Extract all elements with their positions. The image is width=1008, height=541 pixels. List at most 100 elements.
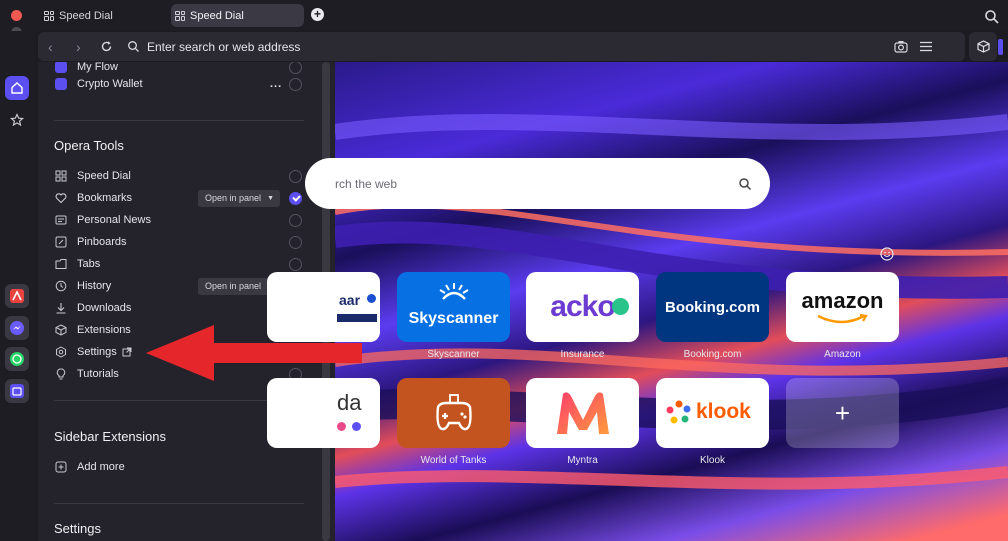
myntra-logo-icon <box>556 392 609 434</box>
panel-item-pinboards[interactable]: Pinboards <box>38 232 335 252</box>
panel-item-label: Speed Dial <box>77 170 131 182</box>
grid-icon <box>175 10 185 21</box>
panel-item-label: Pinboards <box>77 236 127 248</box>
panel-item-speed-dial[interactable]: Speed Dial <box>38 166 335 186</box>
reload-icon[interactable] <box>100 40 113 53</box>
download-icon <box>56 303 66 314</box>
logo-dot <box>352 422 361 431</box>
panel-item-label: My Flow <box>77 62 118 73</box>
wallet-icon <box>10 384 24 398</box>
sidebar-rail <box>0 31 35 541</box>
my-flow-icon <box>55 62 67 73</box>
speed-dial-tile-world-of-tanks[interactable] <box>397 378 510 448</box>
tile-logo-text: Skyscanner <box>408 310 499 327</box>
tile-label: Skyscanner <box>427 349 480 360</box>
bookmarks-open-mode-select[interactable]: Open in panel ▼ <box>198 189 280 207</box>
rail-whatsapp-button[interactable] <box>5 347 29 371</box>
select-value: Open in panel <box>205 192 262 203</box>
plus-square-icon <box>55 461 67 473</box>
panel-item-label: Tabs <box>77 258 101 270</box>
tile-label: Booking.com <box>683 349 742 360</box>
panel-item-label: History <box>77 280 112 292</box>
speed-dial-tile-amazon[interactable]: amazon <box>786 272 899 342</box>
tabs-icon <box>55 259 67 269</box>
panel-item-label: Bookmarks <box>77 192 133 204</box>
forward-icon[interactable]: › <box>76 39 81 55</box>
tile-label: Amazon <box>824 349 861 360</box>
tab-speed-dial-1[interactable]: Speed Dial <box>40 4 164 27</box>
rail-home-button[interactable] <box>5 76 29 100</box>
add-speed-dial-tile-button[interactable]: + <box>786 378 899 448</box>
tile-logo-text: aar <box>339 292 361 308</box>
panel-item-label: Add more <box>77 461 125 473</box>
more-options-button[interactable]: ... <box>270 78 282 90</box>
tile-label: Myntra <box>567 455 598 466</box>
speed-dial-tile-da[interactable]: da <box>267 378 380 448</box>
rail-pinboards-button[interactable] <box>5 108 29 132</box>
panel-item-tabs[interactable]: Tabs <box>38 254 335 274</box>
address-input[interactable]: Enter search or web address <box>147 40 300 54</box>
speed-dial-tile-myntra[interactable] <box>526 378 639 448</box>
speed-dial-tile-booking[interactable]: Booking.com <box>656 272 769 342</box>
toggle-my-flow[interactable] <box>289 62 302 74</box>
speed-dial-tile-skyscanner[interactable]: Skyscanner <box>397 272 510 342</box>
section-title-sidebar-extensions: Sidebar Extensions <box>54 429 167 444</box>
klook-flower-icon <box>666 400 691 424</box>
tile-label: World of Tanks <box>420 455 487 466</box>
panel-item-bookmarks[interactable]: Bookmarks Open in panel ▼ <box>38 188 335 208</box>
heart-icon <box>55 193 67 204</box>
back-icon[interactable]: ‹ <box>48 39 53 55</box>
pinboard-icon <box>55 236 67 248</box>
speed-dial-search-placeholder: rch the web <box>335 177 398 191</box>
gamepad-icon <box>435 394 472 431</box>
speed-dial-tile-acko[interactable]: acko <box>526 272 639 342</box>
vpn-badge[interactable] <box>998 39 1003 55</box>
tile-label: Insurance <box>560 349 605 360</box>
star-icon <box>10 113 24 127</box>
divider <box>54 120 304 121</box>
rail-aria-button[interactable] <box>5 284 29 308</box>
whatsapp-icon <box>10 352 24 366</box>
wallet-icon <box>55 78 67 90</box>
toggle-tabs[interactable] <box>289 257 302 271</box>
section-title-opera-tools: Opera Tools <box>54 138 124 153</box>
divider <box>54 503 304 504</box>
annotation-arrow <box>146 325 362 381</box>
bulb-icon <box>56 368 66 380</box>
panel-item-label: Personal News <box>77 214 151 226</box>
gear-icon <box>56 346 66 358</box>
toggle-bookmarks[interactable] <box>289 191 302 205</box>
select-value: Open in panel <box>205 280 262 291</box>
easy-setup-icon[interactable] <box>920 41 932 52</box>
tab-speed-dial-2[interactable]: Speed Dial <box>171 4 304 27</box>
tile-logo-text: amazon <box>801 288 884 313</box>
opera-browser-window: Speed Dial Speed Dial + ‹ › Enter search… <box>0 0 1008 541</box>
smiley-icon[interactable] <box>880 247 894 261</box>
camera-icon[interactable] <box>894 40 908 53</box>
extensions-button[interactable] <box>969 32 997 61</box>
speed-dial-tile-klook[interactable]: klook <box>656 378 769 448</box>
toggle-crypto-wallet[interactable] <box>289 77 302 91</box>
search-icon[interactable] <box>738 177 752 191</box>
toggle-pinboards[interactable] <box>289 235 302 249</box>
search-tabs-icon[interactable] <box>984 9 1000 25</box>
logo-dot <box>612 298 629 315</box>
toggle-personal-news[interactable] <box>289 213 302 227</box>
close-window-button[interactable] <box>11 10 22 21</box>
plus-icon: + <box>834 397 851 428</box>
panel-item-crypto-wallet[interactable]: Crypto Wallet ... <box>38 74 335 94</box>
amazon-smile-icon <box>817 314 868 324</box>
toggle-speed-dial[interactable] <box>289 169 302 183</box>
rail-wallet-button[interactable] <box>5 379 29 403</box>
new-tab-button[interactable]: + <box>311 8 324 21</box>
caret-down-icon: ▼ <box>267 194 274 202</box>
title-bar: Speed Dial Speed Dial + <box>0 0 1008 55</box>
tile-label: Klook <box>699 455 725 466</box>
tile-logo-text: Booking.com <box>664 298 760 316</box>
rail-messenger-button[interactable] <box>5 316 29 340</box>
grid-icon <box>55 170 67 182</box>
tile-logo-text: klook <box>696 400 751 423</box>
add-more-extensions-button[interactable]: Add more <box>38 457 335 477</box>
panel-item-personal-news[interactable]: Personal News <box>38 210 335 230</box>
search-icon <box>128 41 139 52</box>
